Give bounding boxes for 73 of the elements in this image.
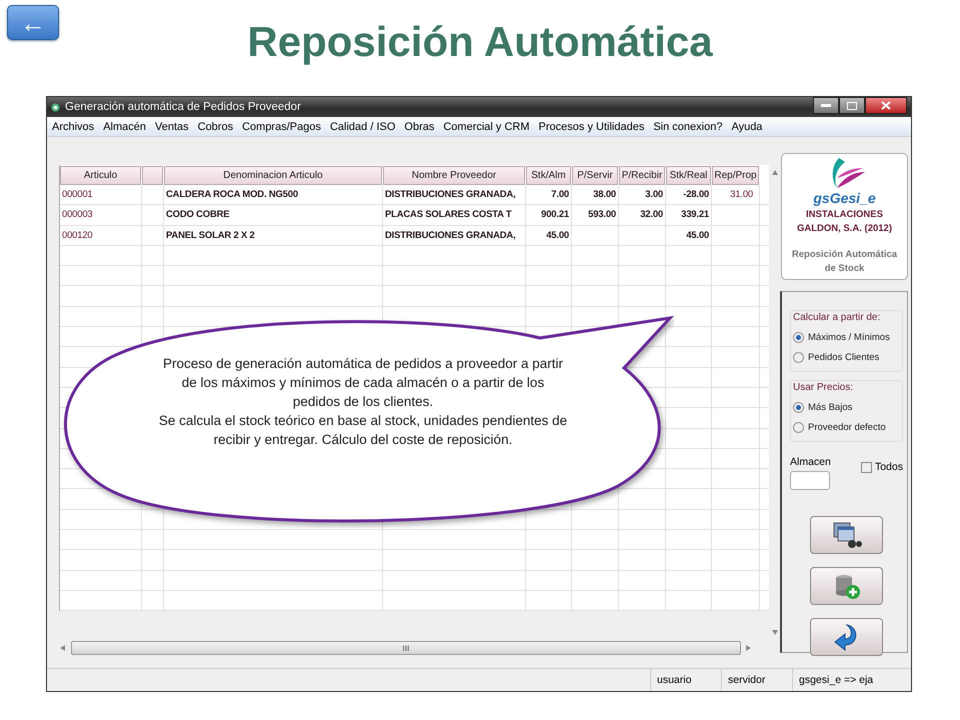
table-cell: 593.00 [588, 209, 616, 220]
status-field: servidor [721, 669, 792, 691]
table-cell: CODO COBRE [166, 209, 230, 220]
column-header[interactable]: Denominacion Articulo [164, 166, 382, 185]
column-header[interactable]: Stk/Real [666, 166, 711, 185]
menu-item[interactable]: Obras [399, 120, 438, 132]
close-button[interactable] [865, 97, 907, 114]
scroll-up-icon[interactable] [771, 169, 779, 177]
scroll-down-icon[interactable] [771, 629, 779, 637]
column-header[interactable] [142, 166, 163, 185]
radio-option[interactable]: Más Bajos [793, 397, 852, 417]
table-cell: 32.00 [640, 209, 663, 220]
back-button[interactable]: ← [7, 5, 59, 40]
table-cell: 000120 [62, 230, 93, 241]
table-cell: 000001 [62, 189, 93, 200]
menu-item[interactable]: Almacén [98, 120, 150, 132]
minimize-button[interactable] [813, 97, 839, 114]
column-header[interactable]: Rep/Prop [712, 166, 759, 185]
table-cell: 45.00 [686, 230, 709, 241]
group-label: Usar Precios: [793, 382, 854, 393]
maximize-button[interactable] [839, 97, 865, 114]
scroll-right-icon[interactable] [745, 644, 753, 652]
column-header[interactable]: P/Servir [572, 166, 618, 185]
warehouse-field[interactable] [790, 471, 830, 490]
table-cell: 3.00 [645, 189, 663, 200]
window-title: Generación automática de Pedidos Proveedor [65, 101, 302, 113]
table-cell: 000003 [62, 209, 93, 220]
table-cell: -28.00 [683, 189, 709, 200]
menu-item[interactable]: Archivos [47, 120, 98, 132]
menu-item[interactable]: Calidad / ISO [324, 120, 400, 132]
maximize-icon [847, 102, 857, 110]
menu-item[interactable]: Comercial y CRM [438, 120, 534, 132]
group-label: Calcular a partir de: [793, 312, 882, 323]
table-cell: 38.00 [593, 189, 616, 200]
action-button[interactable] [810, 516, 883, 554]
table-cell: 45.00 [546, 230, 569, 241]
callout-text: Proceso de generación automática de pedidos a proveedor a partir de los máximos y mínimos de cada almacén o a partir de los pedidos de los clientes. Se calcula el stock teórico en base al stock, unidades pendientes de recibir y entregar. Cálculo del coste de reposición. [158, 355, 568, 449]
radio-option[interactable]: Pedidos Clientes [793, 347, 880, 367]
menu-item[interactable]: Ventas [150, 120, 193, 132]
action-button[interactable] [810, 618, 883, 656]
table-cell: DISTRIBUCIONES GRANADA, [385, 189, 516, 200]
menu-item[interactable]: Compras/Pagos [237, 120, 325, 132]
app-icon [51, 102, 60, 112]
menu-item[interactable]: Sin conexion? [648, 120, 726, 132]
column-header[interactable]: Nombre Proveedor [383, 166, 525, 185]
menu-item[interactable]: Ayuda [726, 120, 766, 132]
menu-item[interactable]: Cobros [192, 120, 238, 132]
radio-option[interactable]: Máximos / Mínimos [793, 327, 890, 347]
table-cell: CALDERA ROCA MOD. NG500 [166, 189, 298, 200]
radio-option[interactable]: Proveedor defecto [793, 417, 886, 437]
column-header[interactable]: Articulo [60, 166, 141, 185]
minimize-icon [821, 104, 831, 108]
table-cell: 31.00 [730, 189, 753, 200]
table-cell: 339.21 [681, 209, 709, 220]
table-cell: 900.21 [541, 209, 569, 220]
close-icon [881, 101, 891, 110]
brand-name: gsGesi_e [813, 190, 876, 206]
checkbox-option[interactable]: Todos [860, 459, 903, 475]
menu-item[interactable]: Procesos y Utilidades [534, 120, 648, 132]
windows-binoculars-icon [832, 521, 862, 549]
table-cell: 7.00 [551, 189, 569, 200]
slide-title: Reposición Automática [247, 18, 713, 66]
status-field: usuario [650, 669, 721, 691]
status-field: gsgesi_e => eja [792, 669, 903, 691]
table-cell: PLACAS SOLARES COSTA T [385, 209, 512, 220]
field-label: Almacen [790, 456, 831, 468]
scroll-left-icon[interactable] [59, 644, 67, 652]
module-caption: Reposición Automática de Stock [790, 248, 898, 276]
column-header[interactable]: P/Recibir [619, 166, 665, 185]
table-cell: DISTRIBUCIONES GRANADA, [385, 230, 516, 241]
company-name: INSTALACIONES GALDON, S.A. (2012) [796, 208, 894, 236]
table-cell: PANEL SOLAR 2 X 2 [166, 230, 255, 241]
column-header[interactable]: Stk/Alm [526, 166, 571, 185]
